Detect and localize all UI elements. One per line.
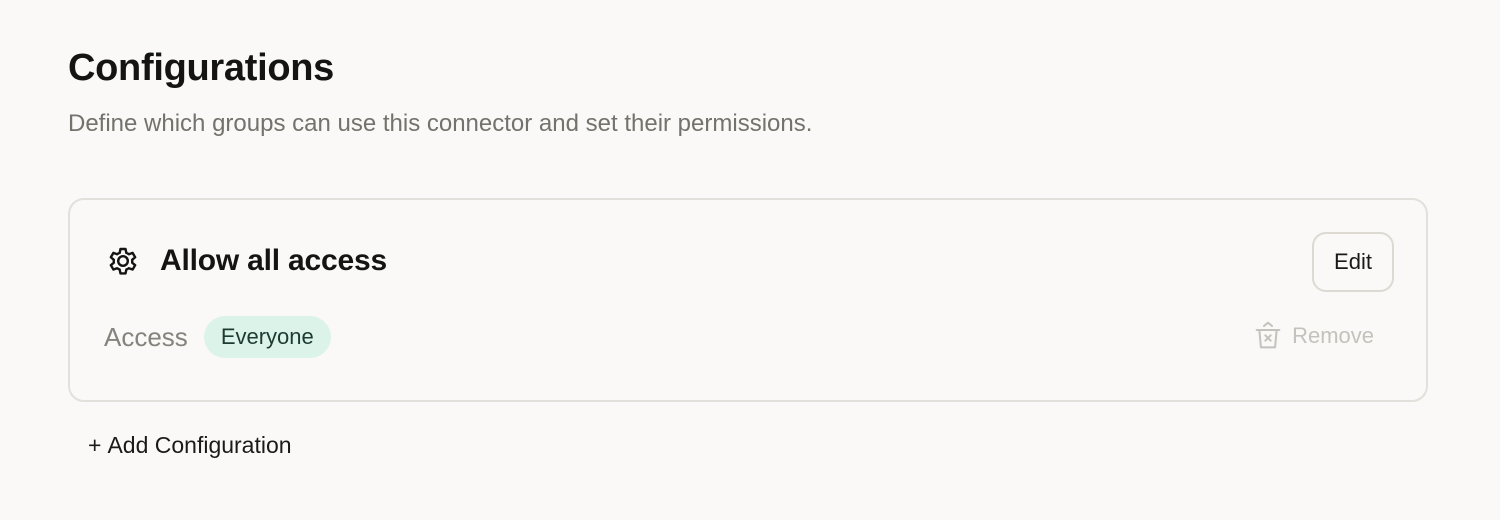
add-configuration-label: Add Configuration [107, 432, 292, 458]
configuration-title: Allow all access [160, 244, 387, 277]
remove-label: Remove [1292, 323, 1374, 348]
access-row: Access Everyone [104, 316, 331, 358]
edit-button[interactable]: Edit [1312, 232, 1394, 292]
page-title: Configurations [68, 47, 334, 89]
trash-icon [1252, 320, 1284, 352]
add-configuration-button[interactable]: + Add Configuration [88, 432, 292, 459]
access-badge: Everyone [203, 316, 331, 358]
remove-button[interactable]: Remove [1252, 320, 1374, 352]
access-label: Access [104, 321, 188, 352]
configurations-page: Configurations Define which groups can u… [0, 0, 1500, 520]
page-subtitle: Define which groups can use this connect… [68, 110, 813, 137]
configuration-card: Allow all access Edit Access Everyone Re… [68, 198, 1428, 402]
plus-icon: + [88, 432, 102, 458]
configuration-header: Allow all access [104, 242, 387, 280]
gear-icon [104, 242, 142, 280]
